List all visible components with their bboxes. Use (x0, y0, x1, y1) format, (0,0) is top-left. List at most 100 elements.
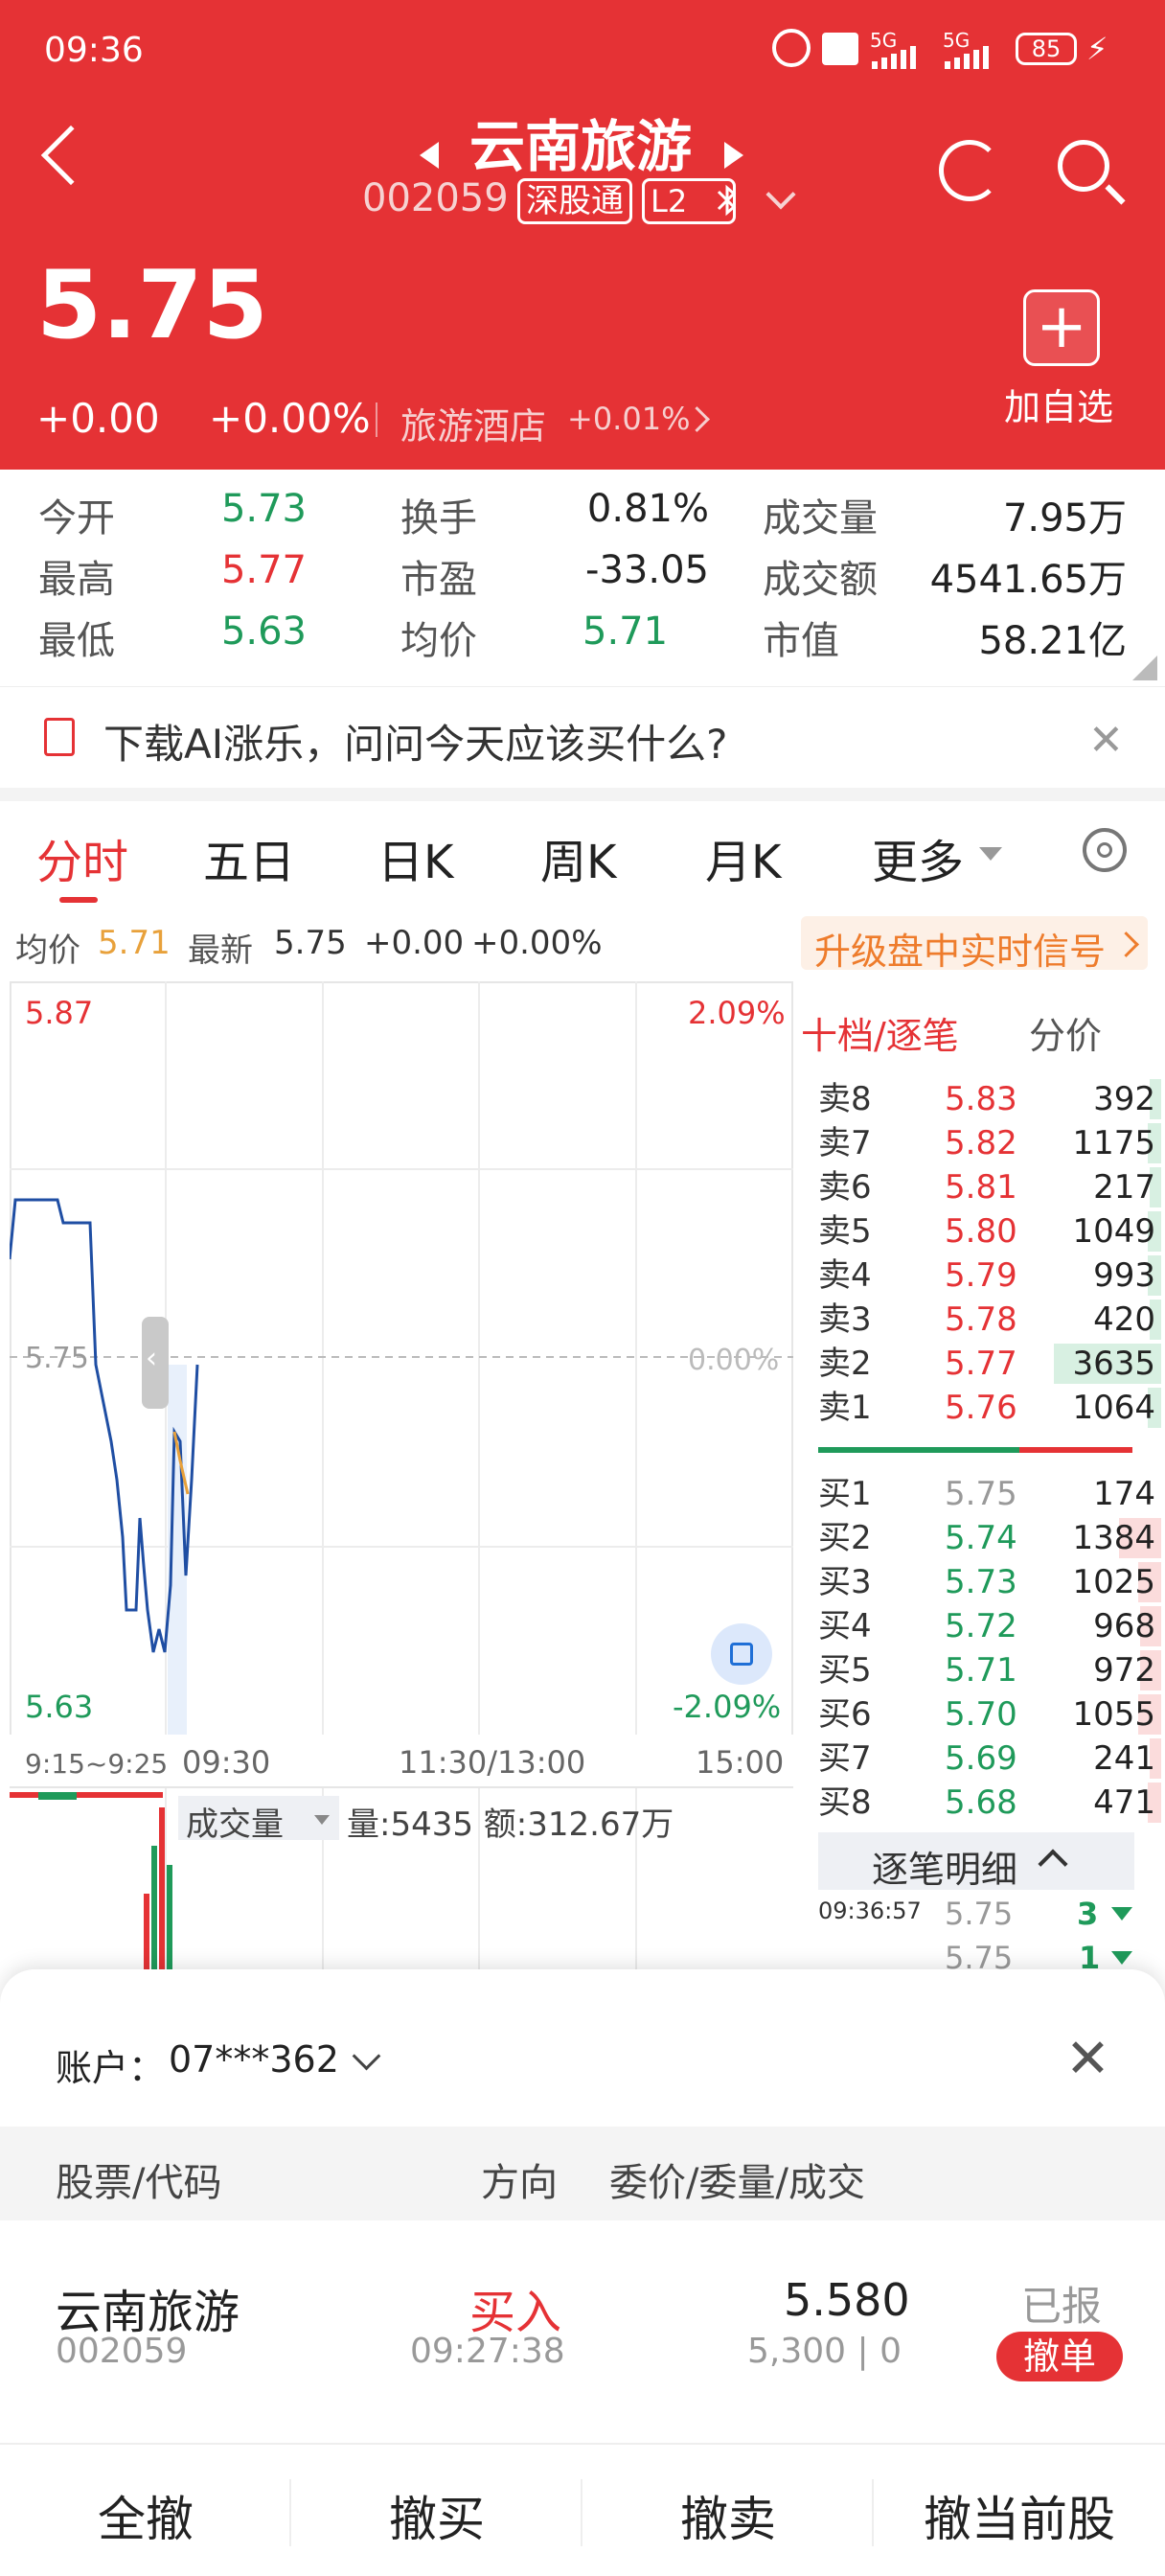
close-icon[interactable]: ✕ (1088, 716, 1124, 765)
stock-header: 09:36 5G 5G 85 ⚡ 云南旅游 002059 深股通 L2 5.75… (0, 0, 1165, 470)
chevron-down-icon[interactable] (352, 2041, 381, 2071)
search-icon[interactable] (1058, 140, 1109, 192)
volume-text: 量:5435 额:312.67万 (347, 1806, 674, 1844)
cancel-all-button[interactable]: 全撤 (0, 2481, 291, 2550)
account-number[interactable]: 07***362 (169, 2038, 339, 2081)
tick-detail-label: 逐笔明细 (872, 1849, 1018, 1891)
tab-price-split[interactable]: 分价 (1029, 1006, 1102, 1059)
level-price: 5.81 (945, 1168, 1017, 1207)
cancel-buys-button[interactable]: 撤买 (291, 2481, 582, 2550)
stat-value: -33.05 (585, 548, 709, 592)
level-label: 买2 (818, 1519, 872, 1557)
volume-chart: 成交量 量:5435 额:312.67万 (10, 1786, 793, 1970)
alarm-icon (772, 29, 811, 67)
intraday-chart[interactable]: 5.87 5.75 5.63 2.09% 0.00% -2.09% ‹ (10, 981, 793, 1735)
y-max-label: 5.87 (25, 995, 94, 1031)
level-label: 买1 (818, 1475, 872, 1513)
level-qty: 1049 (1072, 1212, 1155, 1251)
cancel-order-button[interactable]: 撤单 (996, 2332, 1123, 2381)
tab-monthly-k[interactable]: 月K (705, 824, 781, 891)
stat-label: 成交量 (763, 496, 878, 540)
order-table-header: 股票/代码 方向 委价/委量/成交 (0, 2127, 1165, 2220)
level-qty: 3635 (1072, 1345, 1155, 1383)
latest-value: 5.75 (274, 924, 347, 962)
expand-corner-icon[interactable] (1132, 656, 1157, 680)
bid-row: 买3 5.73 1025 (818, 1560, 1161, 1604)
order-row[interactable]: 云南旅游 002059 买入 09:27:38 5.580 5,300 | 0 … (0, 2220, 1165, 2424)
level-qty: 1055 (1072, 1695, 1155, 1734)
level-price: 5.80 (945, 1212, 1017, 1251)
avg-value: 5.71 (98, 924, 171, 962)
ad-banner[interactable]: 下载AI涨乐，问问今天应该买什么? ✕ (0, 686, 1165, 789)
level-price: 5.73 (945, 1563, 1017, 1601)
y-mid-label: 5.75 (25, 1342, 89, 1375)
sector-pct[interactable]: +0.01% (567, 401, 690, 437)
level-label: 买6 (818, 1695, 872, 1734)
level-price: 5.83 (945, 1080, 1017, 1118)
level-price: 5.75 (945, 1475, 1017, 1513)
order-book: 十档/逐笔 分价 卖8 5.83 392 卖7 5.82 1175 卖6 5.81 217 卖5 5… (795, 981, 1165, 1976)
document-icon (44, 718, 75, 756)
cancel-sells-button[interactable]: 撤卖 (582, 2481, 874, 2550)
prev-stock-icon[interactable] (420, 142, 439, 169)
tab-intraday[interactable]: 分时 (36, 824, 128, 891)
collapse-arrow-icon[interactable]: ‹ (146, 1342, 157, 1375)
order-qty: 5,300 | 0 (747, 2332, 902, 2371)
hk-connect-badge: 深股通 (517, 178, 632, 224)
stock-code: 002059 (362, 176, 509, 220)
avg-label: 均价 (15, 932, 80, 970)
tab-more[interactable]: 更多 (872, 824, 964, 891)
time-label: 9:15~9:25 (25, 1748, 169, 1780)
level-qty: 174 (1093, 1475, 1155, 1513)
battery-icon: 85 (1016, 33, 1077, 65)
buy-bar (818, 1447, 1019, 1453)
level-qty: 420 (1093, 1300, 1155, 1339)
add-watchlist-button[interactable]: + (1023, 289, 1100, 366)
price-change-pct: +0.00% (209, 395, 371, 442)
bid-row: 买6 5.70 1055 (818, 1692, 1161, 1736)
stat-value: 4541.65万 (929, 558, 1127, 602)
divider (376, 402, 377, 437)
chevron-down-icon[interactable] (765, 179, 796, 210)
stat-label: 换手 (400, 496, 477, 540)
level-qty: 968 (1093, 1607, 1155, 1645)
sell-bar (1019, 1447, 1132, 1453)
fullscreen-button[interactable] (711, 1623, 772, 1685)
stat-value: 0.81% (586, 487, 709, 531)
cancel-current-stock-button[interactable]: 撤当前股 (874, 2481, 1165, 2550)
refresh-icon[interactable] (939, 140, 1000, 201)
order-time: 09:27:38 (410, 2332, 565, 2371)
latest-change-pct: +0.00% (471, 924, 603, 962)
ask-row: 卖5 5.80 1049 (818, 1209, 1161, 1254)
stat-label: 今开 (38, 496, 115, 540)
sector-name[interactable]: 旅游酒店 (400, 397, 546, 449)
stat-value: 5.73 (220, 487, 307, 531)
back-icon[interactable] (40, 125, 102, 186)
tab-five-day[interactable]: 五日 (203, 824, 295, 891)
level-price: 5.69 (945, 1739, 1017, 1778)
time-axis: 9:15~9:25 09:30 11:30/13:00 15:00 (0, 1736, 795, 1784)
tab-weekly-k[interactable]: 周K (540, 824, 616, 891)
level-price: 5.79 (945, 1256, 1017, 1295)
level-label: 卖5 (818, 1212, 872, 1251)
bid-row: 买5 5.71 972 (818, 1648, 1161, 1692)
time-label: 15:00 (696, 1744, 785, 1781)
upgrade-signal-label: 升级盘中实时信号 (814, 931, 1107, 973)
stat-value: 5.77 (220, 548, 307, 592)
level-price: 5.68 (945, 1783, 1017, 1822)
level-qty: 1175 (1072, 1124, 1155, 1162)
intraday-info: 均价 5.71 最新 5.75 +0.00 +0.00% 升级盘中实时信号 (0, 907, 1165, 979)
close-icon[interactable]: ✕ (1065, 2033, 1110, 2086)
next-stock-icon[interactable] (724, 142, 743, 169)
y-min-label: 5.63 (25, 1689, 94, 1725)
stat-label: 成交额 (763, 558, 878, 602)
level-label: 买4 (818, 1607, 872, 1645)
stat-label: 市值 (763, 619, 839, 663)
level-label: 买8 (818, 1783, 872, 1822)
tab-daily-k[interactable]: 日K (377, 824, 453, 891)
latest-change: +0.00 (364, 924, 465, 962)
time-label: 09:30 (182, 1744, 271, 1781)
col-stock: 股票/代码 (56, 2161, 222, 2205)
tab-level-ten[interactable]: 十档/逐笔 (801, 1006, 959, 1059)
level-qty: 972 (1093, 1651, 1155, 1690)
